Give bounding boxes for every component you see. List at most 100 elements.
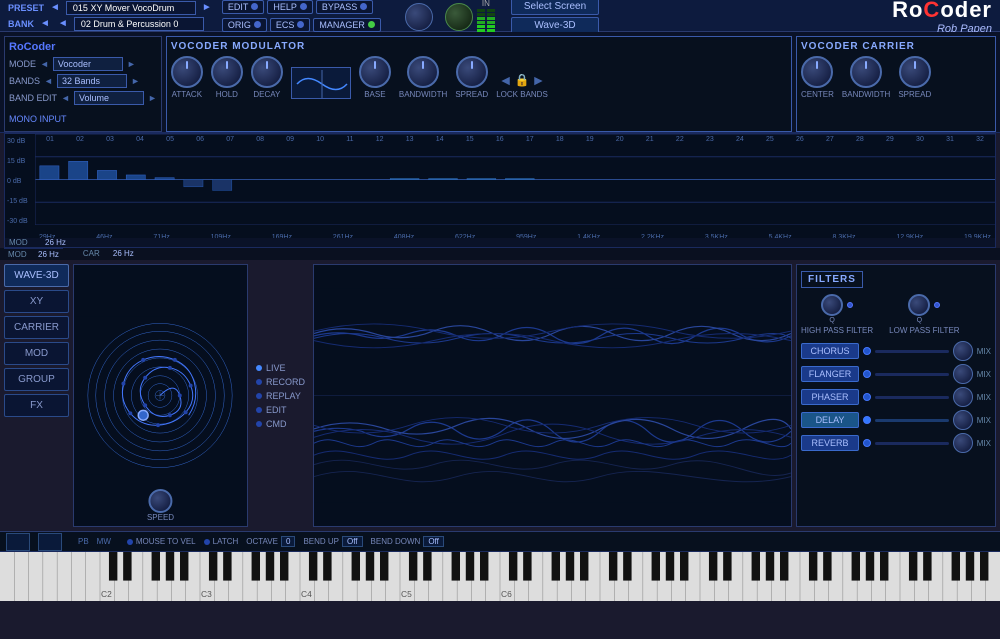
chorus-button[interactable]: CHORUS — [801, 343, 859, 359]
hold-knob[interactable] — [211, 56, 243, 88]
lock-right-arrow[interactable]: ► — [531, 72, 545, 88]
car-text: CAR — [83, 249, 105, 259]
phaser-toggle[interactable] — [863, 393, 871, 401]
band-y-labels: 30 dB 15 dB 0 dB -15 dB -30 dB — [5, 138, 35, 225]
mw-slider[interactable] — [38, 533, 62, 551]
replay-dot — [256, 393, 262, 399]
band-num-14: 14 — [436, 136, 444, 143]
live-dot — [256, 365, 262, 371]
nav-fx[interactable]: FX — [4, 394, 69, 417]
vocoder-carrier: VOCODER CARRIER CENTER BANDWIDTH SPREAD — [796, 36, 996, 132]
vu-seg — [487, 21, 495, 24]
nav-mod[interactable]: MOD — [4, 342, 69, 365]
spread-knob[interactable] — [456, 56, 488, 88]
reverb-toggle[interactable] — [863, 439, 871, 447]
base-knob[interactable] — [359, 56, 391, 88]
edit-button[interactable]: EDIT — [222, 0, 265, 14]
latch-dot[interactable] — [204, 539, 210, 545]
ecs-button[interactable]: ECS — [270, 18, 311, 32]
cmd-label[interactable]: CMD — [266, 419, 287, 429]
phaser-button[interactable]: PHASER — [801, 389, 859, 405]
bend-up-value[interactable]: Off — [342, 536, 363, 547]
speed-knob[interactable] — [149, 489, 173, 513]
hp-toggle[interactable] — [847, 302, 853, 308]
reverb-mix-knob[interactable] — [953, 433, 973, 453]
record-dot — [256, 379, 262, 385]
live-item: LIVE — [256, 363, 305, 373]
bandwidth-knob[interactable] — [407, 56, 439, 88]
decay-knob[interactable] — [251, 56, 283, 88]
bands-arrow-left[interactable]: ◄ — [44, 76, 53, 86]
mode-dropdown[interactable]: Vocoder — [53, 57, 123, 71]
lock-left-arrow[interactable]: ◄ — [499, 72, 513, 88]
vu-seg — [487, 13, 495, 16]
nav-wave3d[interactable]: WAVE-3D — [4, 264, 69, 287]
flanger-mix-knob[interactable] — [953, 364, 973, 384]
reverb-button[interactable]: REVERB — [801, 435, 859, 451]
preset-prev[interactable]: ◄ — [48, 2, 62, 13]
flanger-slider[interactable] — [875, 373, 949, 376]
wave-display-group — [291, 67, 351, 99]
delay-toggle[interactable] — [863, 416, 871, 424]
vu-seg — [487, 9, 495, 12]
orig-button[interactable]: ORIG — [222, 18, 267, 32]
bend-up-label: BEND UP — [303, 537, 339, 546]
band-num-10: 10 — [316, 136, 324, 143]
chorus-mix-knob[interactable] — [953, 341, 973, 361]
mute1-label: MUTE — [408, 0, 431, 1]
band-num-02: 02 — [76, 136, 84, 143]
base-label: BASE — [364, 90, 385, 99]
nav-carrier[interactable]: CARRIER — [4, 316, 69, 339]
wave3d-button[interactable]: Wave-3D — [511, 17, 599, 34]
bank-prev2[interactable]: ◄ — [56, 18, 70, 29]
lp-q-label: Q — [917, 317, 922, 324]
delay-mix-knob[interactable] — [953, 410, 973, 430]
chorus-toggle[interactable] — [863, 347, 871, 355]
carrier-bandwidth-knob[interactable] — [850, 56, 882, 88]
bypass-button[interactable]: BYPASS — [316, 0, 373, 14]
bandedit-arrow-right[interactable]: ► — [148, 93, 157, 103]
nav-group[interactable]: GROUP — [4, 368, 69, 391]
nav-xy[interactable]: XY — [4, 290, 69, 313]
bandedit-dropdown[interactable]: Volume — [74, 91, 144, 105]
delay-button[interactable]: DELAY — [801, 412, 859, 428]
select-screen-button[interactable]: Select Screen — [511, 0, 599, 15]
bands-arrow-right[interactable]: ► — [131, 76, 140, 86]
bandedit-arrow-left[interactable]: ◄ — [61, 93, 70, 103]
pb-slider[interactable] — [6, 533, 30, 551]
bands-dropdown[interactable]: 32 Bands — [57, 74, 127, 88]
bank-prev[interactable]: ◄ — [38, 18, 52, 29]
carrier-spread-knob[interactable] — [899, 56, 931, 88]
mode-arrow-left[interactable]: ◄ — [40, 59, 49, 69]
replay-label[interactable]: REPLAY — [266, 391, 301, 401]
mouse-to-vel-dot[interactable] — [127, 539, 133, 545]
bandedit-row: BAND EDIT ◄ Volume ► — [9, 91, 157, 105]
mute2-knob[interactable] — [445, 3, 473, 31]
phaser-slider[interactable] — [875, 396, 949, 399]
bend-down-value[interactable]: Off — [423, 536, 444, 547]
live-label[interactable]: LIVE — [266, 363, 286, 373]
lock-bands-group: ◄ 🔒 ► LOCK BANDS — [496, 72, 548, 99]
octave-value[interactable]: 0 — [281, 536, 295, 547]
carrier-center-knob[interactable] — [801, 56, 833, 88]
phaser-mix-knob[interactable] — [953, 387, 973, 407]
mute1-knob[interactable] — [405, 3, 433, 31]
band-num-13: 13 — [406, 136, 414, 143]
flanger-toggle[interactable] — [863, 370, 871, 378]
lp-toggle[interactable] — [934, 302, 940, 308]
lp-q-knob[interactable] — [908, 294, 930, 316]
hp-q-knob[interactable] — [821, 294, 843, 316]
hp-filter-group: Q HIGH PASS FILTER — [801, 294, 873, 335]
manager-button[interactable]: MANAGER — [313, 18, 381, 32]
flanger-button[interactable]: FLANGER — [801, 366, 859, 382]
decay-group: DECAY — [251, 56, 283, 99]
help-button[interactable]: HELP — [267, 0, 313, 14]
delay-slider[interactable] — [875, 419, 949, 422]
attack-knob[interactable] — [171, 56, 203, 88]
edit-label-rc[interactable]: EDIT — [266, 405, 287, 415]
mode-arrow-right[interactable]: ► — [127, 59, 136, 69]
reverb-slider[interactable] — [875, 442, 949, 445]
preset-next[interactable]: ► — [200, 2, 214, 13]
chorus-slider[interactable] — [875, 350, 949, 353]
record-label[interactable]: RECORD — [266, 377, 305, 387]
